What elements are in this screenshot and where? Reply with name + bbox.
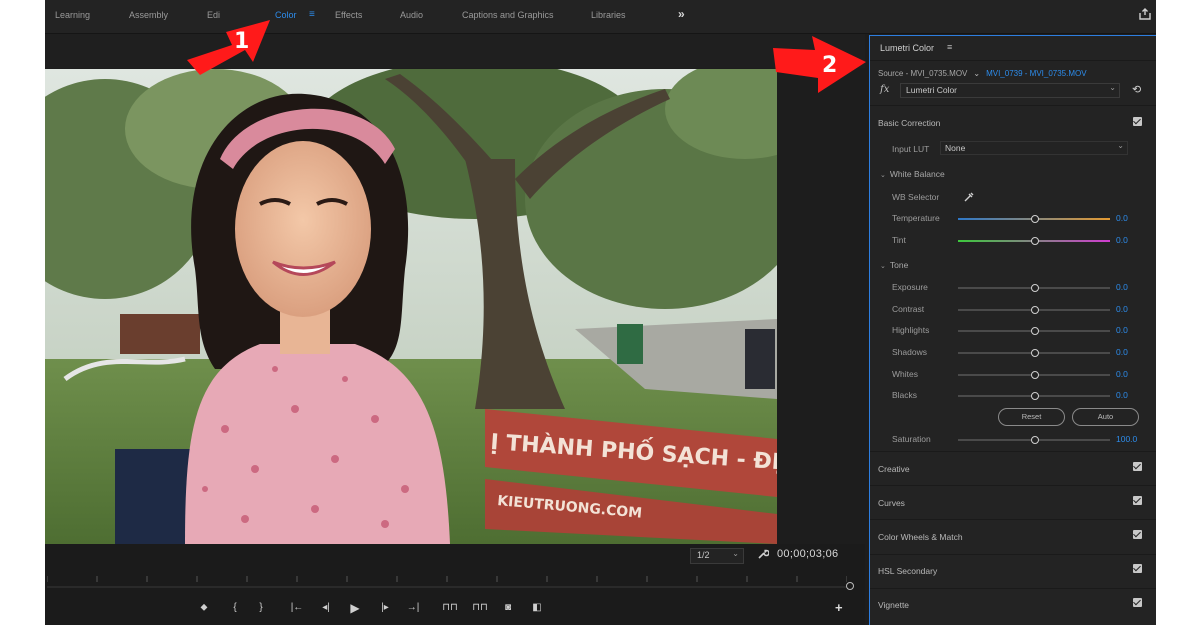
annotation-arrow-2: 2 [773,36,866,93]
annotation-arrow-1: 1 [187,20,270,75]
annotation-number-2: 2 [822,53,837,78]
annotation-overlay: 1 2 [187,20,866,93]
annotation-number-1: 1 [234,29,249,54]
